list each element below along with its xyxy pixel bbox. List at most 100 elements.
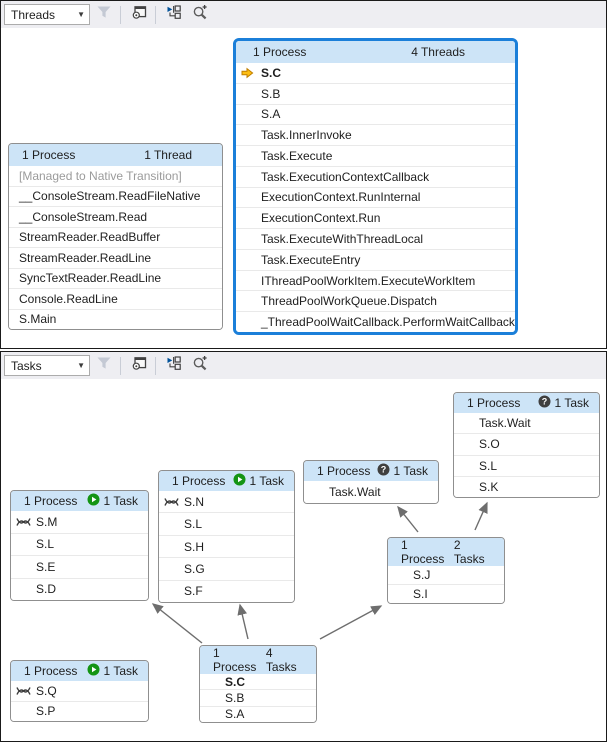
stack-frame[interactable]: S.K bbox=[454, 476, 599, 497]
stack-frame[interactable]: S.P bbox=[11, 701, 148, 721]
stack-frame[interactable]: S.Q bbox=[11, 681, 148, 702]
zoom-control-button[interactable] bbox=[188, 355, 212, 377]
toolbar-separator bbox=[120, 356, 121, 375]
stack-frame[interactable]: __ConsoleStream.ReadFileNative bbox=[9, 186, 222, 207]
stack-frame[interactable]: Task.InnerInvoke bbox=[236, 125, 515, 147]
task-stack-box-running-sq[interactable]: 1 Process 1 Task S.Q S.P bbox=[10, 660, 149, 722]
stack-frame[interactable]: S.B bbox=[200, 690, 316, 707]
stack-frame[interactable]: Task.ExecutionContextCallback bbox=[236, 166, 515, 188]
task-stack-box-waiting-2[interactable]: 1 Process ? 1 Task Task.Wait S.O S.L S.K bbox=[453, 392, 600, 498]
stack-frame[interactable]: S.I bbox=[388, 585, 504, 603]
stack-frame[interactable]: S.L bbox=[454, 455, 599, 477]
stack-frame[interactable]: Task.Wait bbox=[454, 413, 599, 435]
svg-text:?: ? bbox=[541, 396, 547, 406]
stack-frame[interactable]: S.L bbox=[159, 513, 294, 536]
running-status-icon bbox=[233, 473, 246, 489]
stack-frame[interactable]: SyncTextReader.ReadLine bbox=[9, 268, 222, 289]
task-count-label: 4 Tasks bbox=[265, 646, 297, 674]
stack-frame[interactable]: S.A bbox=[200, 706, 316, 722]
stack-frame[interactable]: Task.Execute bbox=[236, 146, 515, 167]
task-count-label: 1 Task bbox=[103, 494, 138, 508]
frame-label: S.D bbox=[36, 582, 57, 597]
method-view-button[interactable] bbox=[127, 4, 151, 26]
stack-frame[interactable]: S.B bbox=[236, 83, 515, 105]
filter-icon bbox=[96, 4, 112, 25]
frame-label: S.E bbox=[36, 559, 56, 574]
running-status-icon bbox=[87, 493, 100, 509]
box-header: 1 Process 4 Tasks bbox=[200, 646, 316, 674]
stack-frame[interactable]: __ConsoleStream.Read bbox=[9, 207, 222, 228]
stack-frame[interactable]: ExecutionContext.RunInternal bbox=[236, 187, 515, 209]
stack-frame[interactable]: S.O bbox=[454, 434, 599, 456]
stack-frame[interactable]: S.D bbox=[11, 578, 148, 600]
stack-frame[interactable]: S.H bbox=[159, 535, 294, 559]
box-header: 1 Process ? 1 Task bbox=[454, 393, 599, 413]
stack-frame-current[interactable]: S.C bbox=[200, 674, 316, 691]
stack-frame[interactable]: S.Main bbox=[9, 309, 222, 329]
method-view-icon bbox=[131, 355, 147, 376]
view-selector-combo[interactable]: Tasks ▼ bbox=[4, 355, 90, 376]
method-view-button[interactable] bbox=[127, 355, 151, 377]
thread-count-label: 4 Threads bbox=[411, 45, 465, 59]
frame-label: Task.Execute bbox=[261, 148, 333, 163]
task-stack-box-running-sm[interactable]: 1 Process 1 Task S.M S.L S.E S.D bbox=[10, 490, 149, 601]
task-stack-box-sj-si[interactable]: 1 Process 2 Tasks S.J S.I bbox=[387, 537, 505, 604]
stack-frames: S.Q S.P bbox=[11, 681, 148, 721]
zoom-control-icon bbox=[192, 4, 208, 25]
frame-label: SyncTextReader.ReadLine bbox=[19, 271, 162, 286]
stack-frame[interactable]: S.F bbox=[159, 580, 294, 602]
thread-icon bbox=[16, 516, 31, 527]
stack-frame[interactable]: Task.ExecuteEntry bbox=[236, 249, 515, 271]
stack-frame[interactable]: S.J bbox=[388, 566, 504, 585]
task-count-label: 1 Task bbox=[249, 474, 284, 488]
stack-frame-box-main-thread[interactable]: 1 Process 1 Thread [Managed to Native Tr… bbox=[8, 143, 223, 330]
task-stack-box-running-sn[interactable]: 1 Process 1 Task S.N S.L S.H S.G S.F bbox=[158, 470, 295, 603]
frame-label: Console.ReadLine bbox=[19, 291, 118, 306]
stack-frame[interactable]: S.L bbox=[11, 533, 148, 556]
frame-label: StreamReader.ReadLine bbox=[19, 250, 152, 265]
stack-frame[interactable]: Console.ReadLine bbox=[9, 289, 222, 310]
auto-scroll-icon bbox=[166, 355, 182, 376]
running-status-icon bbox=[87, 663, 100, 679]
stack-frame[interactable]: S.N bbox=[159, 491, 294, 514]
stack-frame-box-worker-threads[interactable]: 1 Process 4 Threads S.C S.B S.A Task.Inn… bbox=[233, 38, 518, 335]
stack-frame[interactable]: ExecutionContext.Run bbox=[236, 208, 515, 230]
stack-frame[interactable]: IThreadPoolWorkItem.ExecuteWorkItem bbox=[236, 270, 515, 292]
frame-label: S.M bbox=[36, 514, 58, 529]
stack-frame-current[interactable]: S.C bbox=[236, 63, 515, 84]
frame-label: Task.Wait bbox=[479, 416, 531, 431]
box-header: 1 Process 4 Threads bbox=[236, 41, 515, 63]
auto-scroll-button[interactable] bbox=[162, 4, 186, 26]
task-stack-box-sc-root[interactable]: 1 Process 4 Tasks S.C S.B S.A bbox=[199, 645, 317, 723]
frame-label: S.F bbox=[184, 584, 203, 599]
stack-frame[interactable]: ThreadPoolWorkQueue.Dispatch bbox=[236, 291, 515, 313]
show-only-flagged-button[interactable] bbox=[92, 4, 116, 26]
stack-frame[interactable]: S.G bbox=[159, 558, 294, 581]
stack-frame[interactable]: [Managed to Native Transition] bbox=[9, 166, 222, 187]
stack-frame[interactable]: S.A bbox=[236, 104, 515, 126]
process-count-label: 1 Process bbox=[401, 538, 445, 566]
stack-frame[interactable]: Task.ExecuteWithThreadLocal bbox=[236, 229, 515, 250]
frame-label: Task.Wait bbox=[329, 485, 381, 499]
task-stack-box-waiting-1[interactable]: 1 Process ? 1 Task Task.Wait bbox=[303, 460, 439, 504]
stack-frame[interactable]: StreamReader.ReadLine bbox=[9, 248, 222, 269]
stack-frame[interactable]: _ThreadPoolWaitCallback.PerformWaitCallb… bbox=[236, 312, 515, 332]
stack-frame[interactable]: S.E bbox=[11, 556, 148, 579]
zoom-control-button[interactable] bbox=[188, 4, 212, 26]
view-selector-combo[interactable]: Threads ▼ bbox=[4, 4, 90, 25]
stack-frame[interactable]: Task.Wait bbox=[304, 481, 438, 503]
auto-scroll-button[interactable] bbox=[162, 355, 186, 377]
frame-label: S.L bbox=[184, 517, 203, 532]
show-only-flagged-button[interactable] bbox=[92, 355, 116, 377]
frame-label: StreamReader.ReadBuffer bbox=[19, 230, 161, 245]
stack-frame[interactable]: StreamReader.ReadBuffer bbox=[9, 227, 222, 248]
waiting-status-icon: ? bbox=[377, 463, 390, 479]
frame-label: S.O bbox=[479, 437, 500, 452]
box-header: 1 Process 1 Thread bbox=[9, 144, 222, 166]
process-count-label: 1 Process bbox=[22, 148, 76, 162]
stack-frame[interactable]: S.M bbox=[11, 511, 148, 534]
stack-frames: [Managed to Native Transition] __Console… bbox=[9, 166, 222, 329]
box-header: 1 Process 1 Task bbox=[11, 491, 148, 511]
waiting-status-icon: ? bbox=[538, 395, 551, 411]
frame-label: S.I bbox=[413, 587, 428, 601]
